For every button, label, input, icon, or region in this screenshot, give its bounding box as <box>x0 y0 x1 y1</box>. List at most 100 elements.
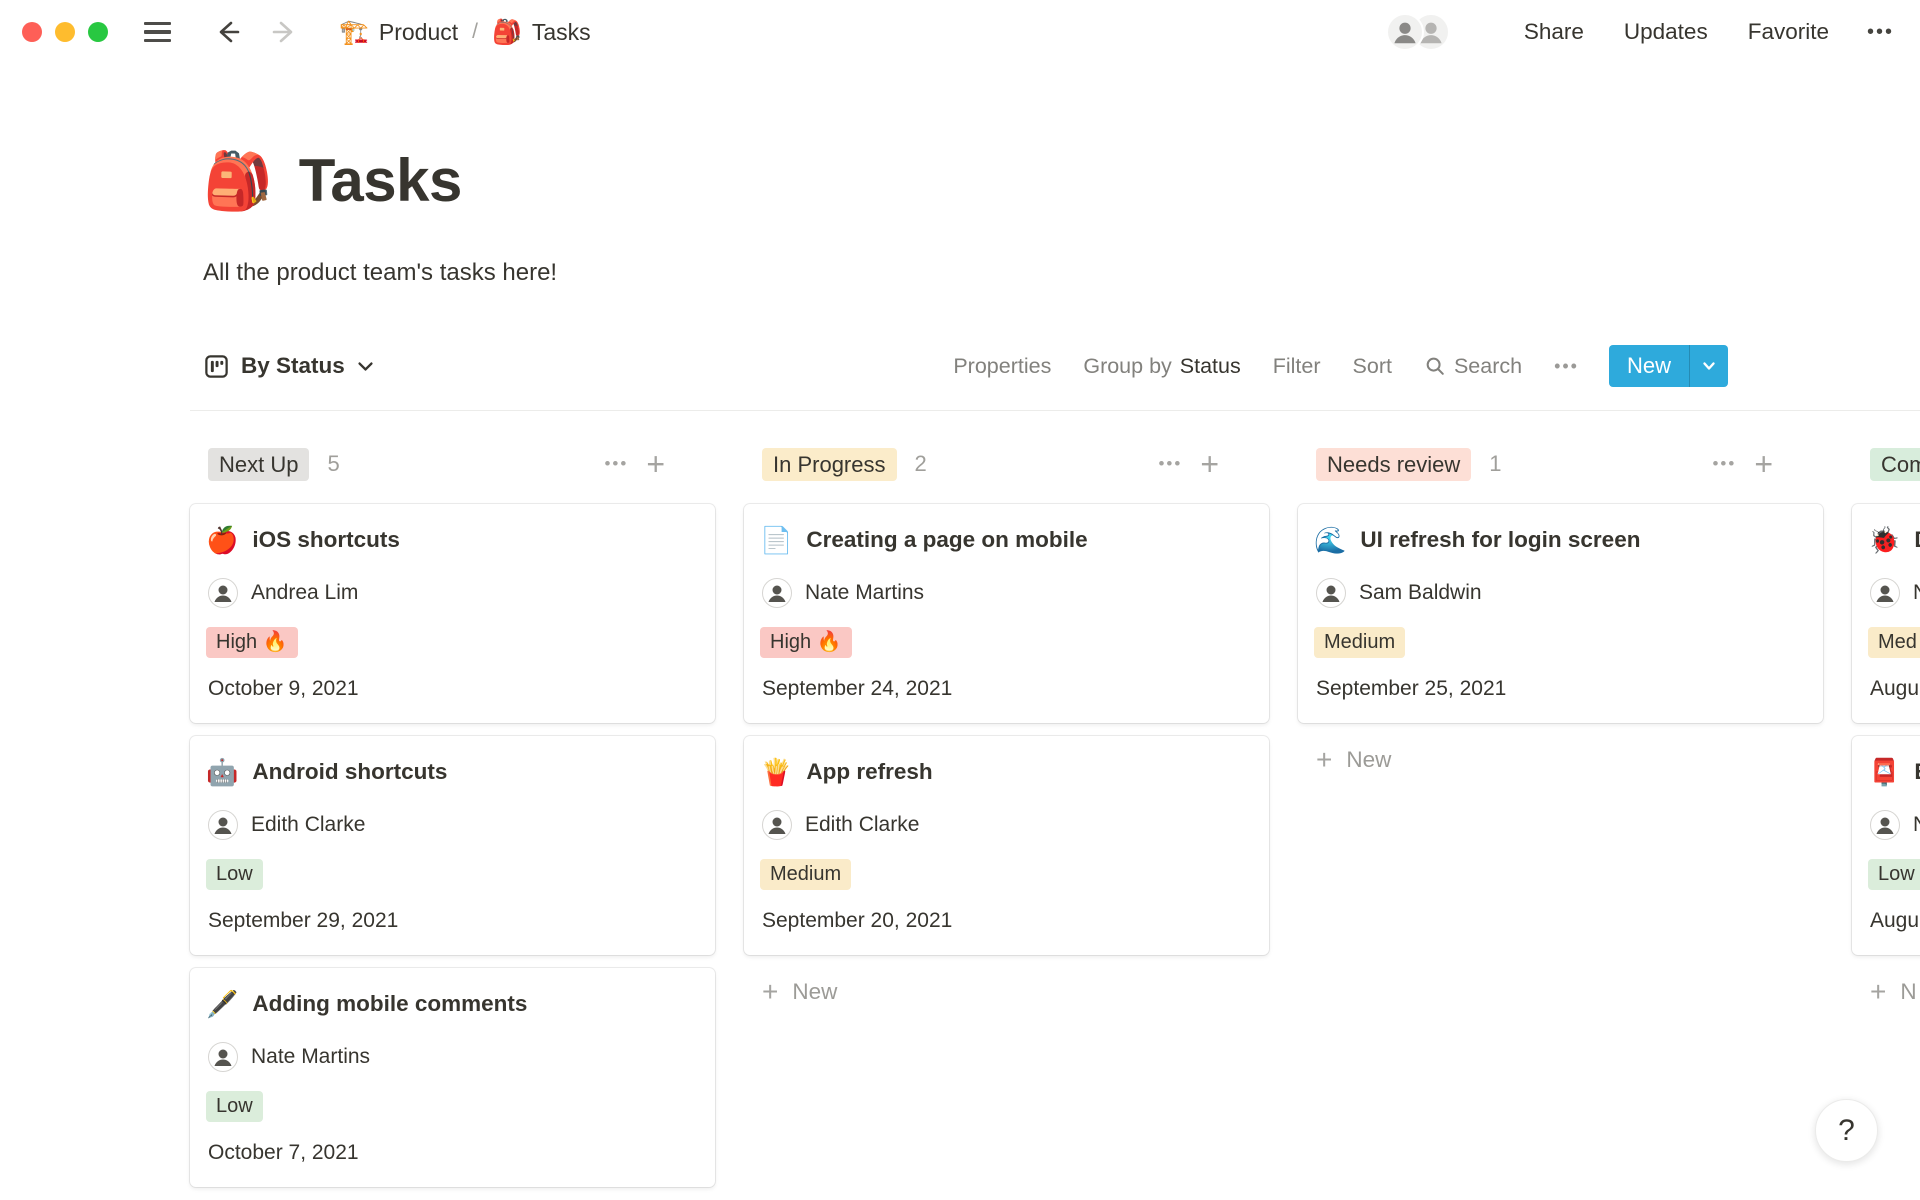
assignee-name: Nate Martins <box>251 1045 370 1069</box>
column-count: 2 <box>915 451 927 477</box>
task-card[interactable]: 📮 E N Low Augu <box>1852 736 1920 955</box>
priority-tag: Low <box>206 859 263 890</box>
column-title-badge[interactable]: In Progress <box>762 448 897 481</box>
assignee-name: Edith Clarke <box>251 813 365 837</box>
minimize-window-button[interactable] <box>55 22 75 42</box>
task-card[interactable]: 🖋️ Adding mobile comments Nate Martins L… <box>190 968 715 1187</box>
more-options-icon[interactable]: ••• <box>1867 21 1894 44</box>
avatar[interactable] <box>1386 13 1424 51</box>
favorite-button[interactable]: Favorite <box>1748 19 1829 45</box>
avatar <box>1870 578 1900 608</box>
page-icon-backpack[interactable]: 🎒 <box>203 144 273 218</box>
avatar <box>208 1042 238 1072</box>
column-add-icon[interactable]: + <box>1754 450 1773 478</box>
help-button[interactable]: ? <box>1815 1099 1878 1162</box>
view-toolbar: By Status Properties Group by Status Fil… <box>0 340 1920 392</box>
column-title-badge[interactable]: Next Up <box>208 448 309 481</box>
breadcrumb: 🏗️ Product / 🎒 Tasks <box>339 18 591 47</box>
chevron-down-icon <box>1701 358 1717 374</box>
fountain-pen-icon: 🖋️ <box>206 989 238 1019</box>
add-card-label: New <box>792 979 837 1005</box>
view-more-options-icon[interactable]: ••• <box>1554 356 1579 377</box>
new-button-dropdown[interactable] <box>1690 345 1728 387</box>
task-title: D <box>1914 525 1920 555</box>
column-title-badge[interactable]: Com <box>1870 448 1920 481</box>
priority-tag: Medium <box>760 859 851 890</box>
page-title[interactable]: Tasks <box>299 144 462 218</box>
filter-button[interactable]: Filter <box>1273 354 1321 379</box>
avatar <box>1870 810 1900 840</box>
column-add-icon[interactable]: + <box>646 450 665 478</box>
board-column-needs-review: Needs review 1 ••• + 🌊 UI refresh for lo… <box>1298 448 1823 1200</box>
zoom-window-button[interactable] <box>88 22 108 42</box>
breadcrumb-label: Product <box>379 19 458 46</box>
search-icon <box>1424 355 1446 377</box>
assignee-name: Edith Clarke <box>805 813 919 837</box>
column-more-icon[interactable]: ••• <box>604 454 628 474</box>
due-date: Augu <box>1868 677 1920 701</box>
priority-tag: Low <box>1868 859 1920 890</box>
column-more-icon[interactable]: ••• <box>1712 454 1736 474</box>
breadcrumb-item-tasks[interactable]: 🎒 Tasks <box>492 18 591 47</box>
apple-icon: 🍎 <box>206 525 238 555</box>
page-icon: 📄 <box>760 525 792 555</box>
traffic-lights <box>22 22 108 42</box>
breadcrumb-label: Tasks <box>532 19 591 46</box>
task-card[interactable]: 🍎 iOS shortcuts Andrea Lim High 🔥 Octobe… <box>190 504 715 723</box>
assignee-name: N <box>1913 813 1920 837</box>
group-by-button[interactable]: Group by Status <box>1083 354 1240 379</box>
task-card[interactable]: 🤖 Android shortcuts Edith Clarke Low Sep… <box>190 736 715 955</box>
collaborator-avatars <box>1386 13 1450 51</box>
breadcrumb-item-product[interactable]: 🏗️ Product <box>339 18 458 47</box>
add-card-button[interactable]: + New <box>744 979 1269 1005</box>
assignee-name: Sam Baldwin <box>1359 581 1482 605</box>
column-more-icon[interactable]: ••• <box>1158 454 1182 474</box>
page-header: 🎒 Tasks All the product team's tasks her… <box>0 144 1920 288</box>
add-card-button[interactable]: + New <box>1298 747 1823 773</box>
add-card-button[interactable]: + N <box>1852 979 1920 1005</box>
plus-icon: + <box>762 980 778 1004</box>
properties-button[interactable]: Properties <box>953 354 1051 379</box>
updates-button[interactable]: Updates <box>1624 19 1708 45</box>
view-switcher[interactable]: By Status <box>203 353 375 380</box>
sort-button[interactable]: Sort <box>1353 354 1392 379</box>
close-window-button[interactable] <box>22 22 42 42</box>
forward-arrow-icon[interactable] <box>269 17 299 47</box>
assignee-name: Andrea Lim <box>251 581 358 605</box>
back-arrow-icon[interactable] <box>213 17 243 47</box>
task-title: Creating a page on mobile <box>806 525 1087 555</box>
task-title: App refresh <box>806 757 932 787</box>
task-card[interactable]: 🐞 D N Med Augu <box>1852 504 1920 723</box>
assignee-name: N <box>1913 581 1920 605</box>
new-button-label: New <box>1609 345 1689 387</box>
due-date: September 29, 2021 <box>206 909 699 933</box>
backpack-icon: 🎒 <box>492 18 522 47</box>
column-title-badge[interactable]: Needs review <box>1316 448 1471 481</box>
board-column-next-up: Next Up 5 ••• + 🍎 iOS shortcuts Andrea L… <box>190 448 715 1200</box>
avatar <box>762 578 792 608</box>
board-column-in-progress: In Progress 2 ••• + 📄 Creating a page on… <box>744 448 1269 1200</box>
construction-crane-icon: 🏗️ <box>339 18 369 47</box>
sidebar-toggle-icon[interactable] <box>144 22 171 43</box>
task-title: E <box>1914 757 1920 787</box>
column-add-icon[interactable]: + <box>1200 450 1219 478</box>
task-title: Android shortcuts <box>252 757 447 787</box>
search-button[interactable]: Search <box>1424 354 1522 379</box>
column-count: 5 <box>327 451 339 477</box>
toolbar-divider <box>190 410 1920 411</box>
share-button[interactable]: Share <box>1524 19 1584 45</box>
avatar <box>208 810 238 840</box>
plus-icon: + <box>1870 980 1886 1004</box>
task-card[interactable]: 📄 Creating a page on mobile Nate Martins… <box>744 504 1269 723</box>
new-task-button[interactable]: New <box>1609 345 1728 387</box>
priority-tag: High 🔥 <box>760 627 852 658</box>
board-column-completed: Com 🐞 D N Med Augu 📮 E <box>1852 448 1920 1200</box>
plus-icon: + <box>1316 748 1332 772</box>
postbox-icon: 📮 <box>1868 757 1900 787</box>
ladybug-icon: 🐞 <box>1868 525 1900 555</box>
add-card-label: N <box>1900 979 1916 1005</box>
page-description[interactable]: All the product team's tasks here! <box>203 258 1920 288</box>
task-card[interactable]: 🌊 UI refresh for login screen Sam Baldwi… <box>1298 504 1823 723</box>
fries-icon: 🍟 <box>760 757 792 787</box>
task-card[interactable]: 🍟 App refresh Edith Clarke Medium Septem… <box>744 736 1269 955</box>
